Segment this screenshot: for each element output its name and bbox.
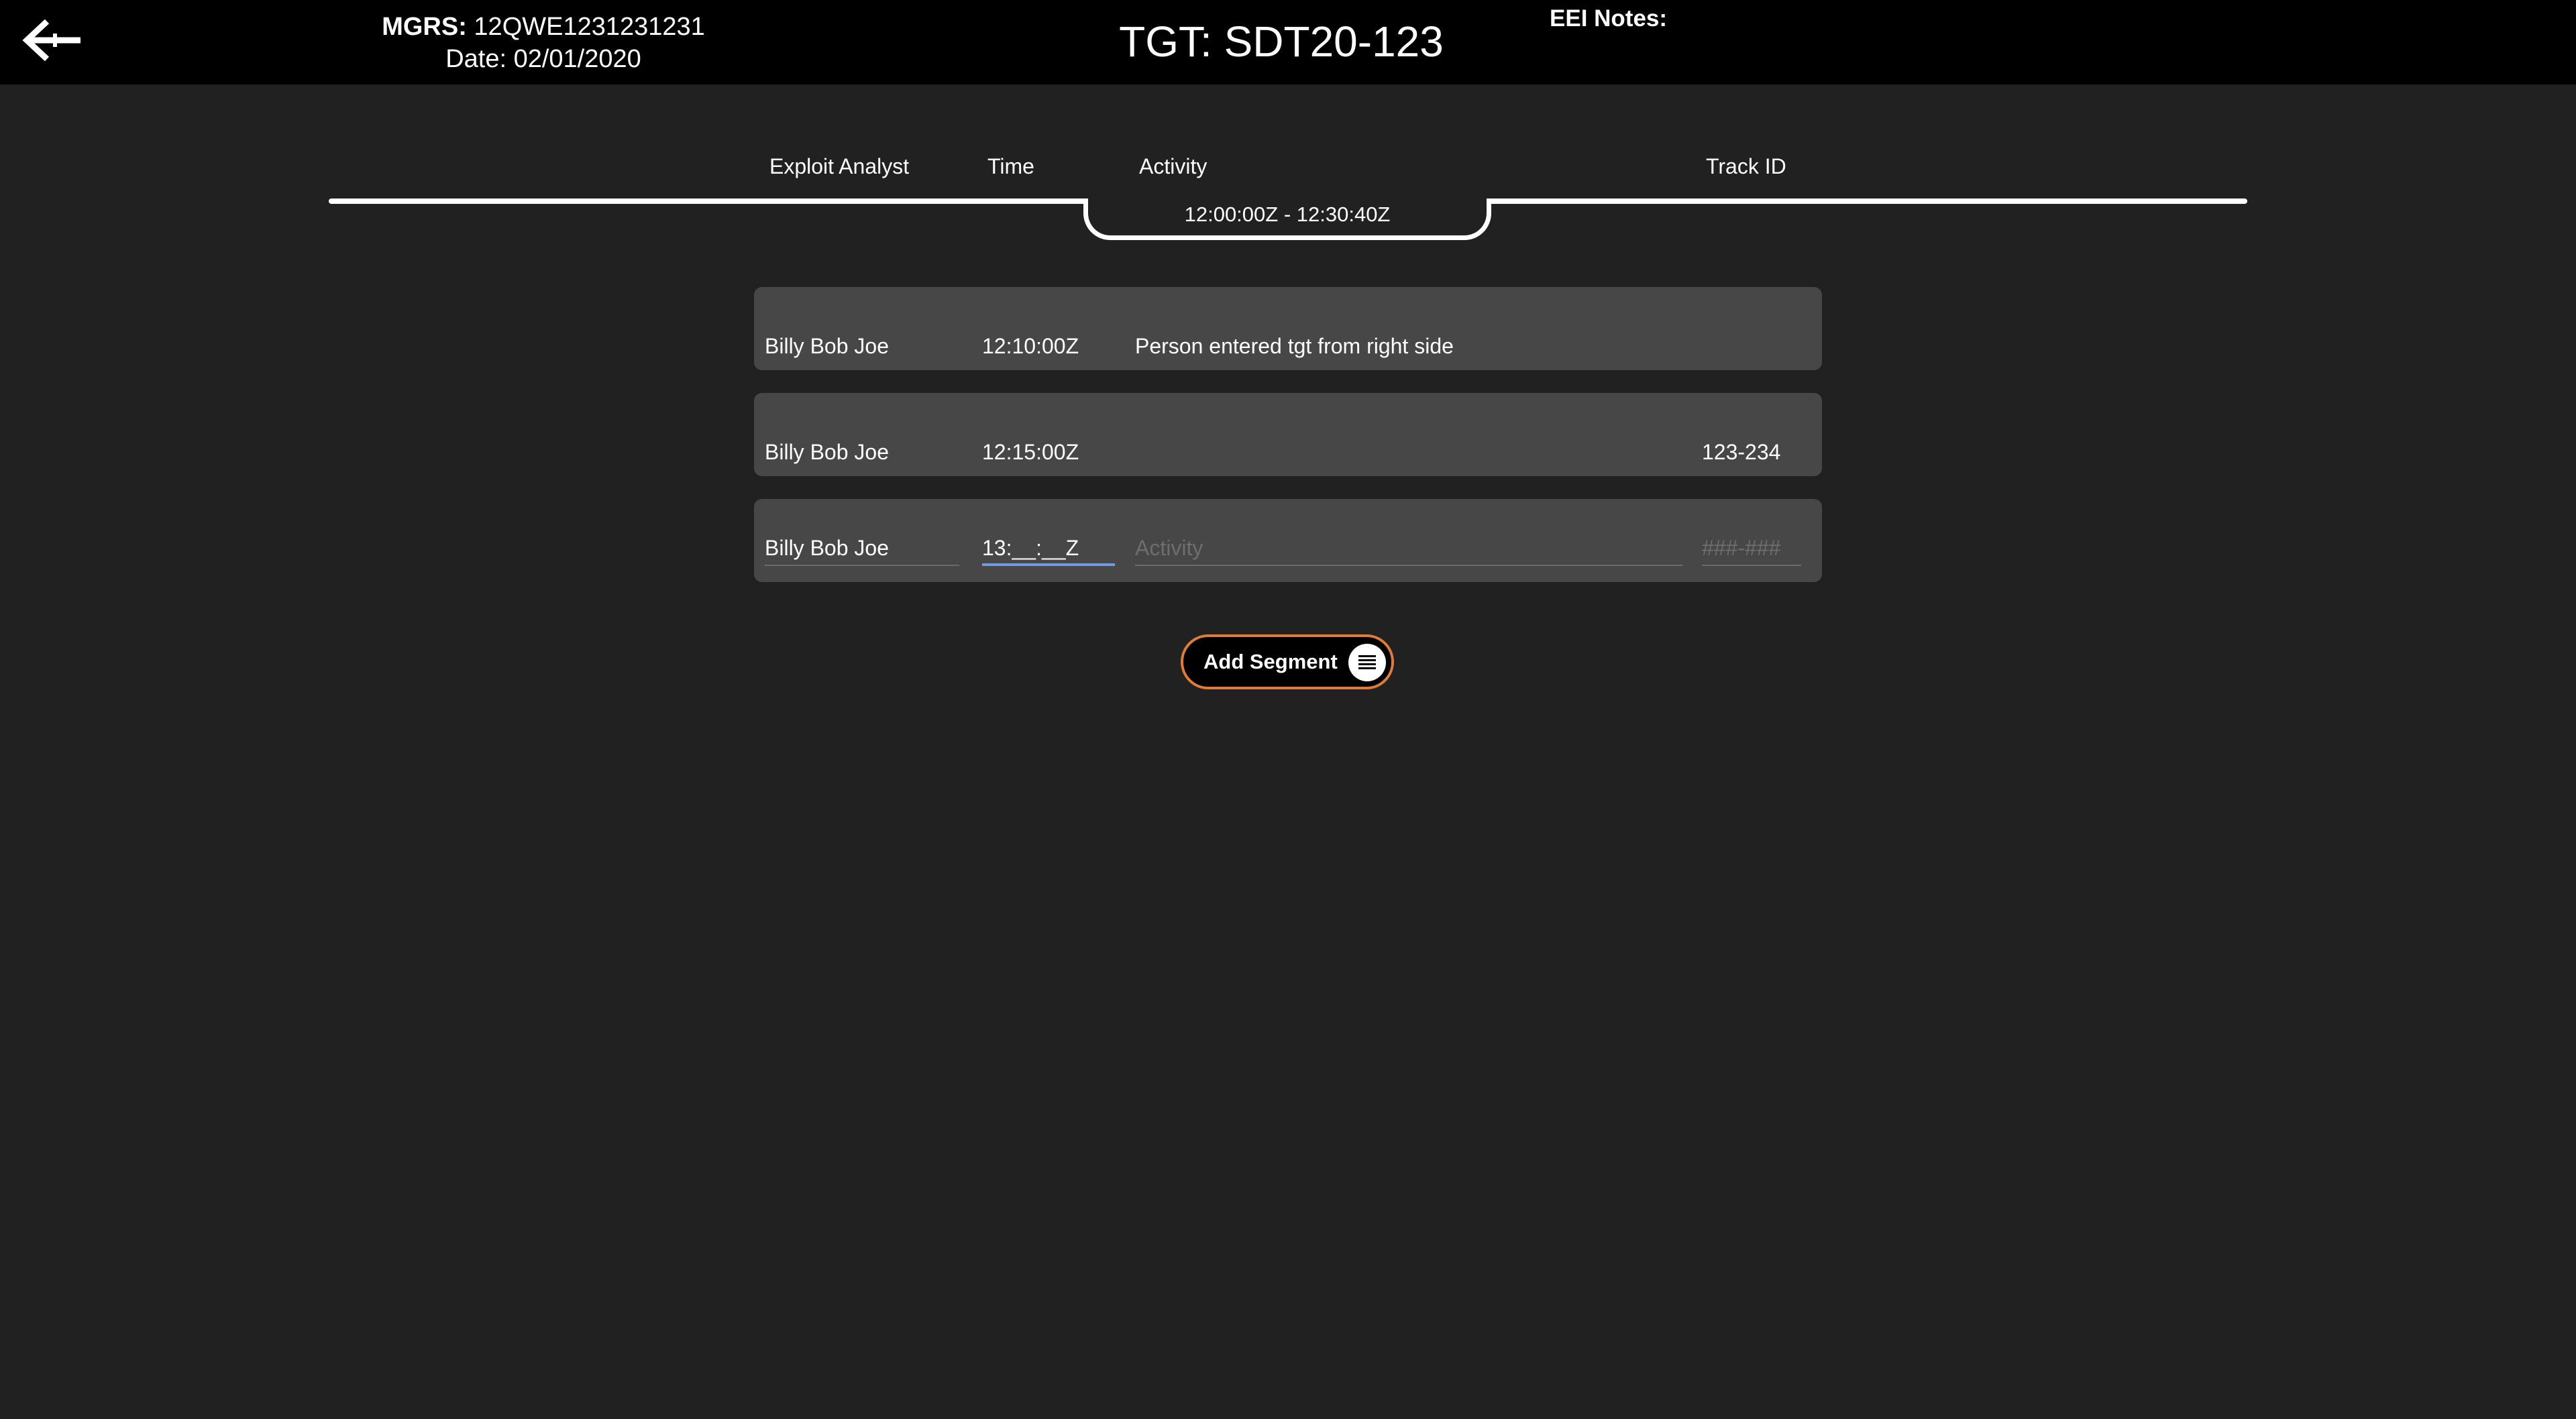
add-segment-button[interactable]: Add Segment (1181, 634, 1394, 689)
segment-row[interactable]: Billy Bob Joe 12:15:00Z 123-234 (754, 393, 1822, 476)
page-title: TGT: SDT20-123 (1119, 17, 1444, 66)
target-info: MGRS: 12QWE1231231231 Date: 02/01/2020 (309, 11, 778, 75)
mgrs-label: MGRS: (382, 13, 467, 41)
back-button[interactable] (19, 13, 86, 67)
list-icon (1348, 644, 1386, 681)
date-line: Date: 02/01/2020 (445, 45, 641, 73)
segment-analyst: Billy Bob Joe (765, 334, 889, 358)
eei-notes-label: EEI Notes: (1550, 5, 1668, 32)
mgrs-line: MGRS: 12QWE1231231231 (309, 11, 778, 43)
column-headers: Exploit Analyst Time Activity Track ID (0, 154, 2576, 184)
mgrs-value: 12QWE1231231231 (474, 13, 705, 41)
top-bar: MGRS: 12QWE1231231231 Date: 02/01/2020 T… (0, 0, 2576, 84)
analyst-field[interactable]: Billy Bob Joe (765, 534, 959, 566)
add-segment-label: Add Segment (1203, 650, 1338, 673)
track-id-field[interactable]: ###-### (1702, 534, 1801, 566)
activity-field[interactable]: Activity (1135, 534, 1682, 566)
segment-analyst: Billy Bob Joe (765, 440, 889, 464)
segment-time: 12:15:00Z (982, 440, 1079, 464)
segment-activity: Person entered tgt from right side (1135, 334, 1454, 358)
column-header-time: Time (987, 154, 1034, 178)
segment-time: 12:10:00Z (982, 334, 1079, 358)
column-header-activity: Activity (1139, 154, 1208, 178)
segment-row[interactable]: Billy Bob Joe 12:10:00Z Person entered t… (754, 287, 1822, 370)
time-field[interactable]: 13:__:__Z (982, 534, 1115, 566)
new-segment-row: Billy Bob Joe 13:__:__Z Activity ###-### (754, 499, 1822, 582)
column-header-analyst: Exploit Analyst (769, 154, 910, 178)
segment-track-id: 123-234 (1702, 440, 1781, 464)
column-header-track-id: Track ID (1706, 154, 1786, 178)
arrow-left-icon (22, 19, 80, 62)
time-range-tab[interactable]: 12:00:00Z - 12:30:40Z (1083, 198, 1491, 240)
